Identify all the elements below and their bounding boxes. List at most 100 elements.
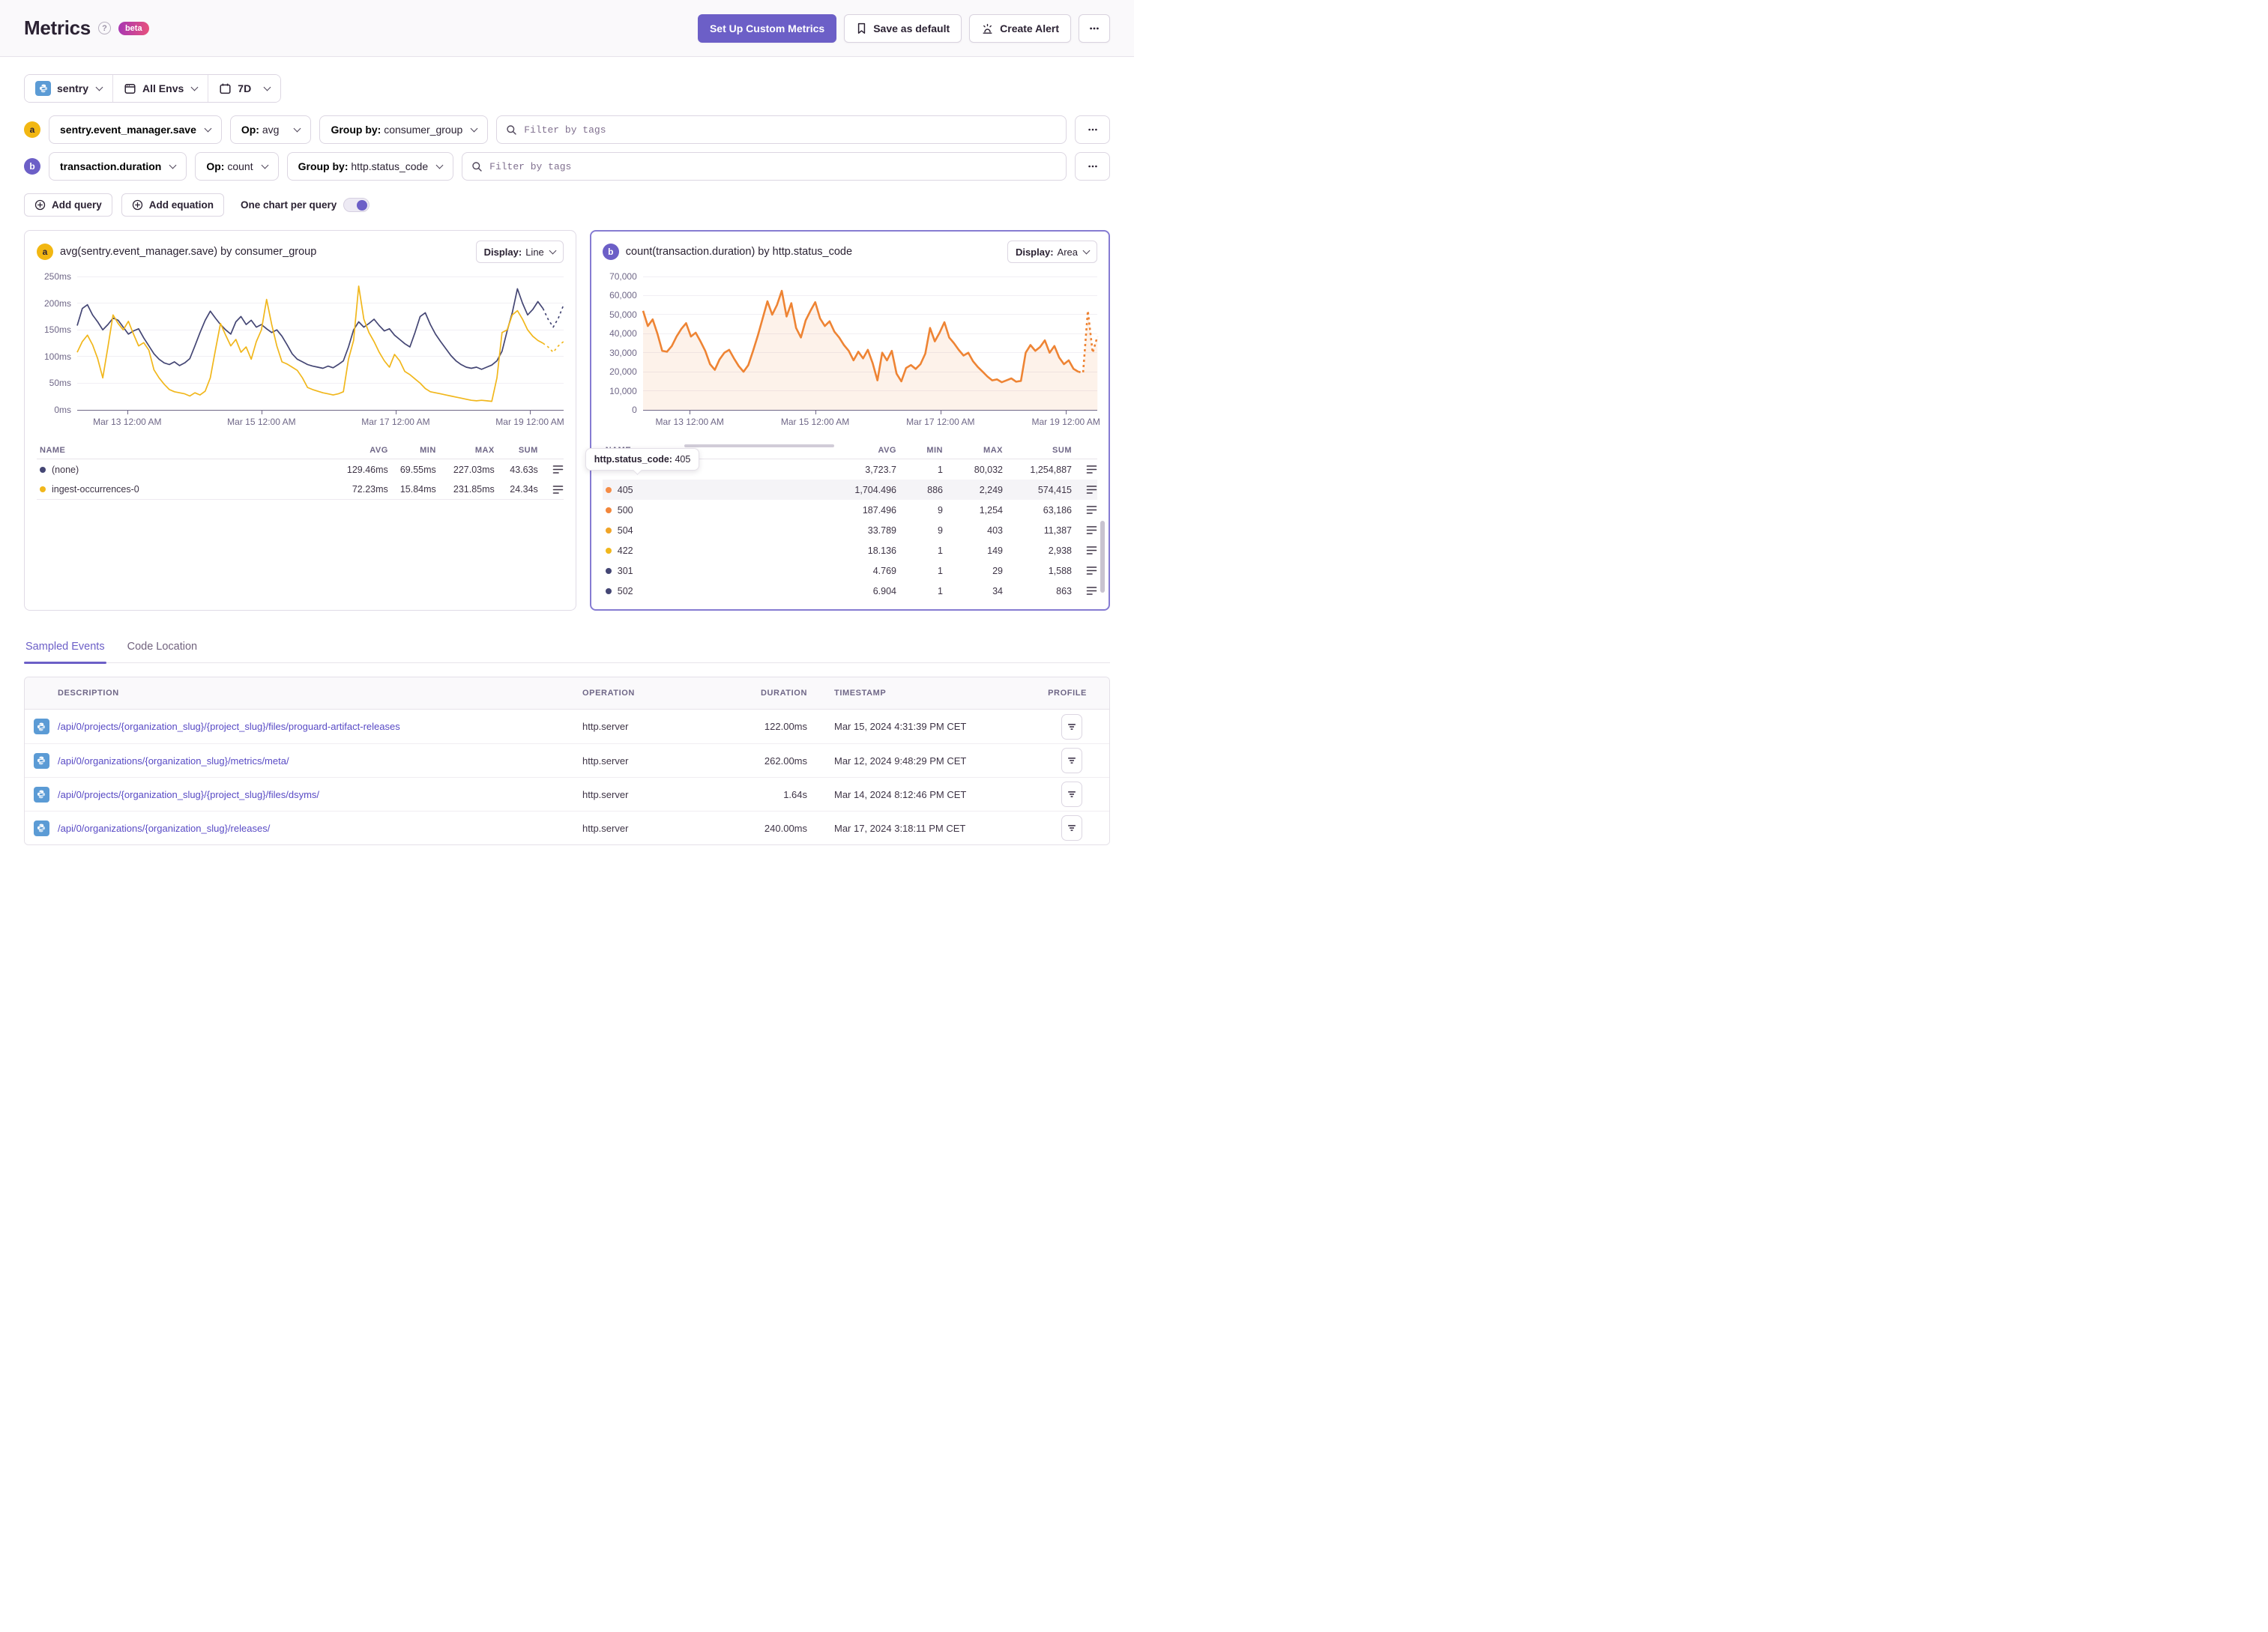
save-as-default-button[interactable]: Save as default bbox=[844, 13, 962, 43]
event-duration: 240.00ms bbox=[764, 822, 807, 834]
tag-filter-a bbox=[496, 115, 1067, 144]
profile-flamechart-icon bbox=[1068, 824, 1076, 832]
series-value: 227.03ms bbox=[453, 464, 495, 475]
series-value: 129.46ms bbox=[346, 464, 388, 475]
create-alert-button[interactable]: Create Alert bbox=[969, 13, 1071, 43]
series-name: 422 bbox=[603, 545, 812, 556]
row-menu-icon[interactable] bbox=[1086, 566, 1097, 575]
series-value: 63,186 bbox=[1043, 504, 1072, 516]
series-menu[interactable] bbox=[1072, 545, 1097, 555]
chevron-down-icon bbox=[190, 83, 199, 91]
one-chart-per-query-toggle[interactable] bbox=[343, 198, 370, 212]
series-menu[interactable] bbox=[538, 485, 564, 495]
project-selector[interactable]: sentry bbox=[25, 75, 113, 102]
tab-code-location[interactable]: Code Location bbox=[126, 641, 199, 662]
profile-flamechart-icon bbox=[1068, 723, 1076, 730]
summary-header-row: NAME AVG MIN MAX SUM bbox=[37, 441, 564, 459]
series-menu[interactable] bbox=[1072, 586, 1097, 596]
series-menu[interactable] bbox=[1072, 566, 1097, 575]
chart-panel-b[interactable]: b count(transaction.duration) by http.st… bbox=[585, 230, 1110, 611]
query-more-button-a[interactable] bbox=[1075, 115, 1110, 144]
col-description: DESCRIPTION bbox=[58, 689, 119, 698]
vertical-scrollbar-thumb[interactable] bbox=[1100, 521, 1105, 593]
event-timestamp: Mar 12, 2024 9:48:29 PM CET bbox=[834, 755, 967, 767]
row-menu-icon[interactable] bbox=[1086, 505, 1097, 515]
ellipsis-icon bbox=[1088, 128, 1097, 131]
environment-selector[interactable]: All Envs bbox=[112, 75, 208, 102]
ellipsis-icon bbox=[1088, 165, 1097, 168]
event-duration: 262.00ms bbox=[764, 755, 807, 767]
profile-button[interactable] bbox=[1061, 782, 1082, 807]
query-more-button-b[interactable] bbox=[1075, 152, 1110, 181]
series-value: 574,415 bbox=[1037, 484, 1072, 495]
x-tick-label: Mar 19 12:00 AM bbox=[1031, 417, 1100, 427]
tag-filter-input-b[interactable] bbox=[489, 160, 1057, 172]
chart-panel-a[interactable]: a avg(sentry.event_manager.save) by cons… bbox=[24, 230, 576, 611]
setup-custom-metrics-button[interactable]: Set Up Custom Metrics bbox=[697, 13, 837, 43]
tab-sampled-events[interactable]: Sampled Events bbox=[24, 641, 106, 664]
chevron-down-icon bbox=[204, 124, 212, 133]
groupby-select-b[interactable]: Group by: http.status_code bbox=[286, 152, 454, 181]
event-operation: http.server bbox=[582, 788, 629, 800]
display-select-b[interactable]: Display: Area bbox=[1007, 241, 1097, 263]
area-chart-b[interactable] bbox=[643, 276, 1097, 414]
event-row: /api/0/organizations/{organization_slug}… bbox=[25, 811, 1109, 844]
add-equation-button[interactable]: Add equation bbox=[121, 193, 225, 217]
series-color-dot bbox=[605, 547, 612, 554]
summary-col-max: MAX bbox=[983, 445, 1003, 455]
series-value: 11,387 bbox=[1043, 525, 1072, 536]
series-row: 422 18.136 1 149 2,938 bbox=[603, 540, 1097, 560]
charts-row: a avg(sentry.event_manager.save) by cons… bbox=[24, 230, 1110, 611]
series-label: (none) bbox=[52, 464, 79, 475]
event-operation: http.server bbox=[582, 755, 629, 767]
row-menu-icon[interactable] bbox=[1086, 545, 1097, 555]
series-label: ingest-occurrences-0 bbox=[52, 484, 139, 495]
line-chart-a[interactable] bbox=[77, 276, 564, 414]
event-description-link[interactable]: /api/0/projects/{organization_slug}/{pro… bbox=[58, 789, 319, 800]
display-select-a[interactable]: Display: Line bbox=[475, 241, 564, 263]
tag-filter-input-a[interactable] bbox=[524, 124, 1057, 136]
event-description-link[interactable]: /api/0/projects/{organization_slug}/{pro… bbox=[58, 721, 400, 732]
series-menu[interactable] bbox=[1072, 485, 1097, 495]
event-row: /api/0/organizations/{organization_slug}… bbox=[25, 743, 1109, 777]
series-value: 1 bbox=[938, 585, 943, 596]
y-tick-label: 100ms bbox=[43, 351, 71, 362]
profile-button[interactable] bbox=[1061, 815, 1082, 841]
groupby-select-a[interactable]: Group by: consumer_group bbox=[319, 115, 489, 144]
metric-select-a[interactable]: sentry.event_manager.save bbox=[49, 115, 222, 144]
series-menu[interactable] bbox=[1072, 525, 1097, 535]
series-menu[interactable] bbox=[1072, 505, 1097, 515]
y-axis-a: 0ms 50ms 100ms 150ms 200ms 250ms bbox=[37, 271, 77, 415]
op-select-a[interactable]: Op: avg bbox=[229, 115, 312, 144]
query-row-b: b transaction.duration Op: count Group b… bbox=[24, 152, 1110, 181]
series-menu[interactable] bbox=[538, 465, 564, 474]
row-menu-icon[interactable] bbox=[1086, 525, 1097, 535]
python-platform-icon bbox=[33, 820, 49, 836]
profile-button[interactable] bbox=[1061, 748, 1082, 773]
toggle-knob bbox=[357, 199, 368, 211]
event-description-link[interactable]: /api/0/organizations/{organization_slug}… bbox=[58, 823, 270, 834]
series-menu[interactable] bbox=[1072, 465, 1097, 474]
detail-tabs: Sampled Events Code Location bbox=[24, 641, 1110, 664]
row-menu-icon[interactable] bbox=[1086, 485, 1097, 495]
row-menu-icon[interactable] bbox=[552, 465, 564, 474]
row-menu-icon[interactable] bbox=[1086, 465, 1097, 474]
plus-circle-icon bbox=[34, 199, 46, 211]
series-value: 69.55ms bbox=[399, 464, 436, 475]
metric-select-b[interactable]: transaction.duration bbox=[49, 152, 187, 181]
help-icon[interactable]: ? bbox=[97, 22, 111, 34]
series-name: 301 bbox=[603, 566, 812, 576]
event-timestamp: Mar 17, 2024 3:18:11 PM CET bbox=[834, 822, 966, 834]
op-select-b[interactable]: Op: count bbox=[195, 152, 279, 181]
row-menu-icon[interactable] bbox=[552, 485, 564, 495]
add-query-button[interactable]: Add query bbox=[24, 193, 112, 217]
event-duration: 1.64s bbox=[783, 788, 807, 800]
event-description-link[interactable]: /api/0/organizations/{organization_slug}… bbox=[58, 755, 289, 767]
series-name: 405 bbox=[603, 485, 812, 495]
profile-button[interactable] bbox=[1061, 713, 1082, 740]
more-options-button[interactable] bbox=[1079, 13, 1110, 43]
row-menu-icon[interactable] bbox=[1086, 586, 1097, 596]
series-row: ingest-occurrences-0 72.23ms 15.84ms 231.85… bbox=[37, 480, 564, 500]
date-range-selector[interactable]: 7D bbox=[208, 75, 281, 102]
horizontal-scrollbar-thumb[interactable] bbox=[684, 444, 834, 447]
